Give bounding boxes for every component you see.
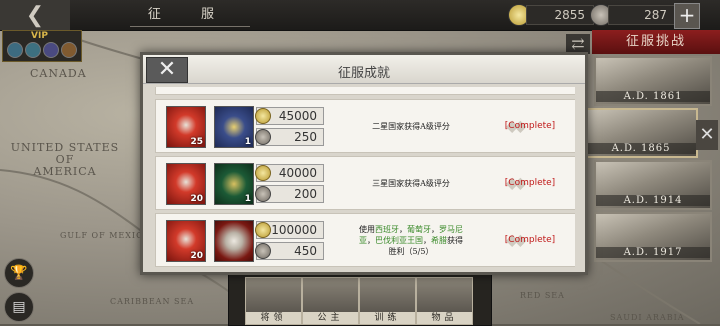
tab-label: 将领 bbox=[246, 312, 301, 324]
gold-coin-icon bbox=[255, 108, 271, 124]
silver-amount: 200 bbox=[294, 187, 317, 201]
list-item-partial bbox=[155, 87, 575, 95]
silver-reward: 450 bbox=[255, 242, 324, 260]
tab-items[interactable]: 物品 bbox=[416, 277, 473, 325]
silver-coin-icon bbox=[255, 186, 271, 202]
tab-princess[interactable]: 公主 bbox=[302, 277, 359, 325]
silver-coin-icon bbox=[255, 243, 271, 259]
gold-amount: 45000 bbox=[278, 109, 317, 123]
silver-value: 287 bbox=[608, 5, 676, 25]
era-card-1865[interactable]: A.D. 1865 bbox=[584, 108, 698, 158]
gold-reward: 45000 bbox=[255, 107, 324, 125]
swap-arrows-icon[interactable]: ⇄ bbox=[566, 34, 590, 54]
vip-badge-icon bbox=[43, 42, 59, 58]
status-label: [Complete] bbox=[504, 178, 556, 188]
description-text: ， bbox=[399, 224, 407, 234]
status-label: [Complete] bbox=[504, 235, 556, 245]
close-dialog-button[interactable]: ✕ bbox=[146, 57, 188, 83]
tab-label: 公主 bbox=[303, 312, 358, 324]
vip-badge-icon bbox=[25, 42, 41, 58]
country-name: 希腊 bbox=[431, 235, 447, 245]
silver-amount: 450 bbox=[294, 244, 317, 258]
reward-count: 20 bbox=[190, 251, 203, 261]
reward-item-icon[interactable]: 1 bbox=[214, 106, 254, 148]
gold-reward: 100000 bbox=[255, 221, 324, 239]
achievement-description: 使用西班牙，葡萄牙，罗马尼亚，巴伐利亚王国，希腊获得胜利（5/5） bbox=[356, 214, 466, 266]
vip-badge-icon bbox=[7, 42, 23, 58]
bottom-tab-bar: 将领 公主 训练 物品 bbox=[228, 270, 492, 326]
reward-item-icon[interactable] bbox=[214, 220, 254, 262]
description-text: 三星国家获得A级评分 bbox=[372, 178, 450, 188]
close-icon[interactable]: ✕ bbox=[696, 120, 718, 150]
back-arrow-icon: ❮ bbox=[25, 2, 45, 28]
conquest-challenge-tab[interactable]: 征服挑战 bbox=[592, 30, 720, 54]
tab-label: 物品 bbox=[417, 312, 472, 324]
tab-training[interactable]: 训练 bbox=[359, 277, 416, 325]
vip-panel[interactable]: VIP bbox=[2, 30, 82, 62]
reward-count: 1 bbox=[244, 194, 251, 204]
country-name: 葡萄牙 bbox=[407, 224, 431, 234]
gold-value: 2855 bbox=[526, 5, 594, 25]
tab-generals[interactable]: 将领 bbox=[245, 277, 302, 325]
country-name: 巴伐利亚王国 bbox=[375, 235, 423, 245]
gold-coin-icon bbox=[255, 165, 271, 181]
back-button[interactable]: ❮ bbox=[0, 0, 70, 30]
document-icon[interactable]: ▤ bbox=[4, 292, 34, 322]
map-label-saudi: SAUDI ARABIA bbox=[610, 313, 685, 322]
map-label-red-sea: RED SEA bbox=[520, 291, 565, 300]
map-label-gulf: GULF OF MEXICO bbox=[60, 231, 151, 240]
era-card-1861[interactable]: A.D. 1861 bbox=[594, 56, 712, 106]
description-text: ， bbox=[423, 235, 431, 245]
era-year: A.D. 1861 bbox=[596, 91, 710, 102]
description-text: ， bbox=[367, 235, 375, 245]
achievement-row: 25 1 45000 250 二星国家获得A级评分 ◆◆ [Complete] bbox=[155, 99, 575, 153]
reward-item-icon[interactable]: 20 bbox=[166, 163, 206, 205]
map-label-usa: UNITED STATES OF AMERICA bbox=[10, 141, 120, 178]
reward-count: 1 bbox=[244, 137, 251, 147]
silver-reward: 200 bbox=[255, 185, 324, 203]
map-label-caribbean: CARIBBEAN SEA bbox=[110, 297, 195, 306]
country-name: 西班牙 bbox=[375, 224, 399, 234]
status-label: [Complete] bbox=[504, 121, 556, 131]
description-text: ， bbox=[431, 224, 439, 234]
vip-badge-icon bbox=[61, 42, 77, 58]
gold-coin-icon bbox=[255, 222, 271, 238]
era-year: A.D. 1865 bbox=[586, 143, 696, 154]
achievement-row: 20 1 40000 200 三星国家获得A级评分 ◆◆ [Complete] bbox=[155, 156, 575, 210]
reward-count: 20 bbox=[190, 194, 203, 204]
add-currency-button[interactable]: + bbox=[674, 3, 700, 29]
achievement-description: 三星国家获得A级评分 bbox=[356, 157, 466, 209]
gold-reward: 40000 bbox=[255, 164, 324, 182]
achievements-dialog: 征服成就 ✕ 25 1 45000 250 二星国家获得A级评分 ◆◆ [Complete]… bbox=[140, 52, 588, 275]
gold-amount: 40000 bbox=[278, 166, 317, 180]
vip-label: VIP bbox=[31, 31, 48, 41]
era-year: A.D. 1917 bbox=[596, 247, 710, 258]
map-label-canada: CANADA bbox=[30, 67, 87, 80]
reward-count: 25 bbox=[190, 137, 203, 147]
achievement-list[interactable]: 25 1 45000 250 二星国家获得A级评分 ◆◆ [Complete] 20 1 4000… bbox=[155, 87, 575, 267]
reward-item-icon[interactable]: 20 bbox=[166, 220, 206, 262]
description-text: 使用 bbox=[359, 224, 375, 234]
dialog-header: 征服成就 ✕ bbox=[143, 55, 585, 84]
achievement-row: 20 100000 450 使用西班牙，葡萄牙，罗马尼亚，巴伐利亚王国，希腊获得胜利（… bbox=[155, 213, 575, 267]
gold-amount: 100000 bbox=[271, 223, 317, 237]
trophy-icon[interactable]: 🏆 bbox=[4, 258, 34, 288]
silver-counter: 287 bbox=[590, 4, 676, 26]
top-bar: ❮ 征 服 2855 287 + bbox=[0, 0, 720, 31]
achievement-description: 二星国家获得A级评分 bbox=[356, 100, 466, 152]
description-text: 二星国家获得A级评分 bbox=[372, 121, 450, 131]
era-card-1917[interactable]: A.D. 1917 bbox=[594, 212, 712, 262]
gold-counter: 2855 bbox=[508, 4, 594, 26]
page-title: 征 服 bbox=[130, 4, 250, 27]
silver-reward: 250 bbox=[255, 128, 324, 146]
reward-item-icon[interactable]: 1 bbox=[214, 163, 254, 205]
reward-item-icon[interactable]: 25 bbox=[166, 106, 206, 148]
era-year: A.D. 1914 bbox=[596, 195, 710, 206]
silver-coin-icon bbox=[255, 129, 271, 145]
silver-amount: 250 bbox=[294, 130, 317, 144]
dialog-title: 征服成就 bbox=[337, 66, 390, 81]
tab-label: 训练 bbox=[360, 312, 415, 324]
close-icon: ✕ bbox=[157, 57, 177, 82]
era-card-1914[interactable]: A.D. 1914 bbox=[594, 160, 712, 210]
